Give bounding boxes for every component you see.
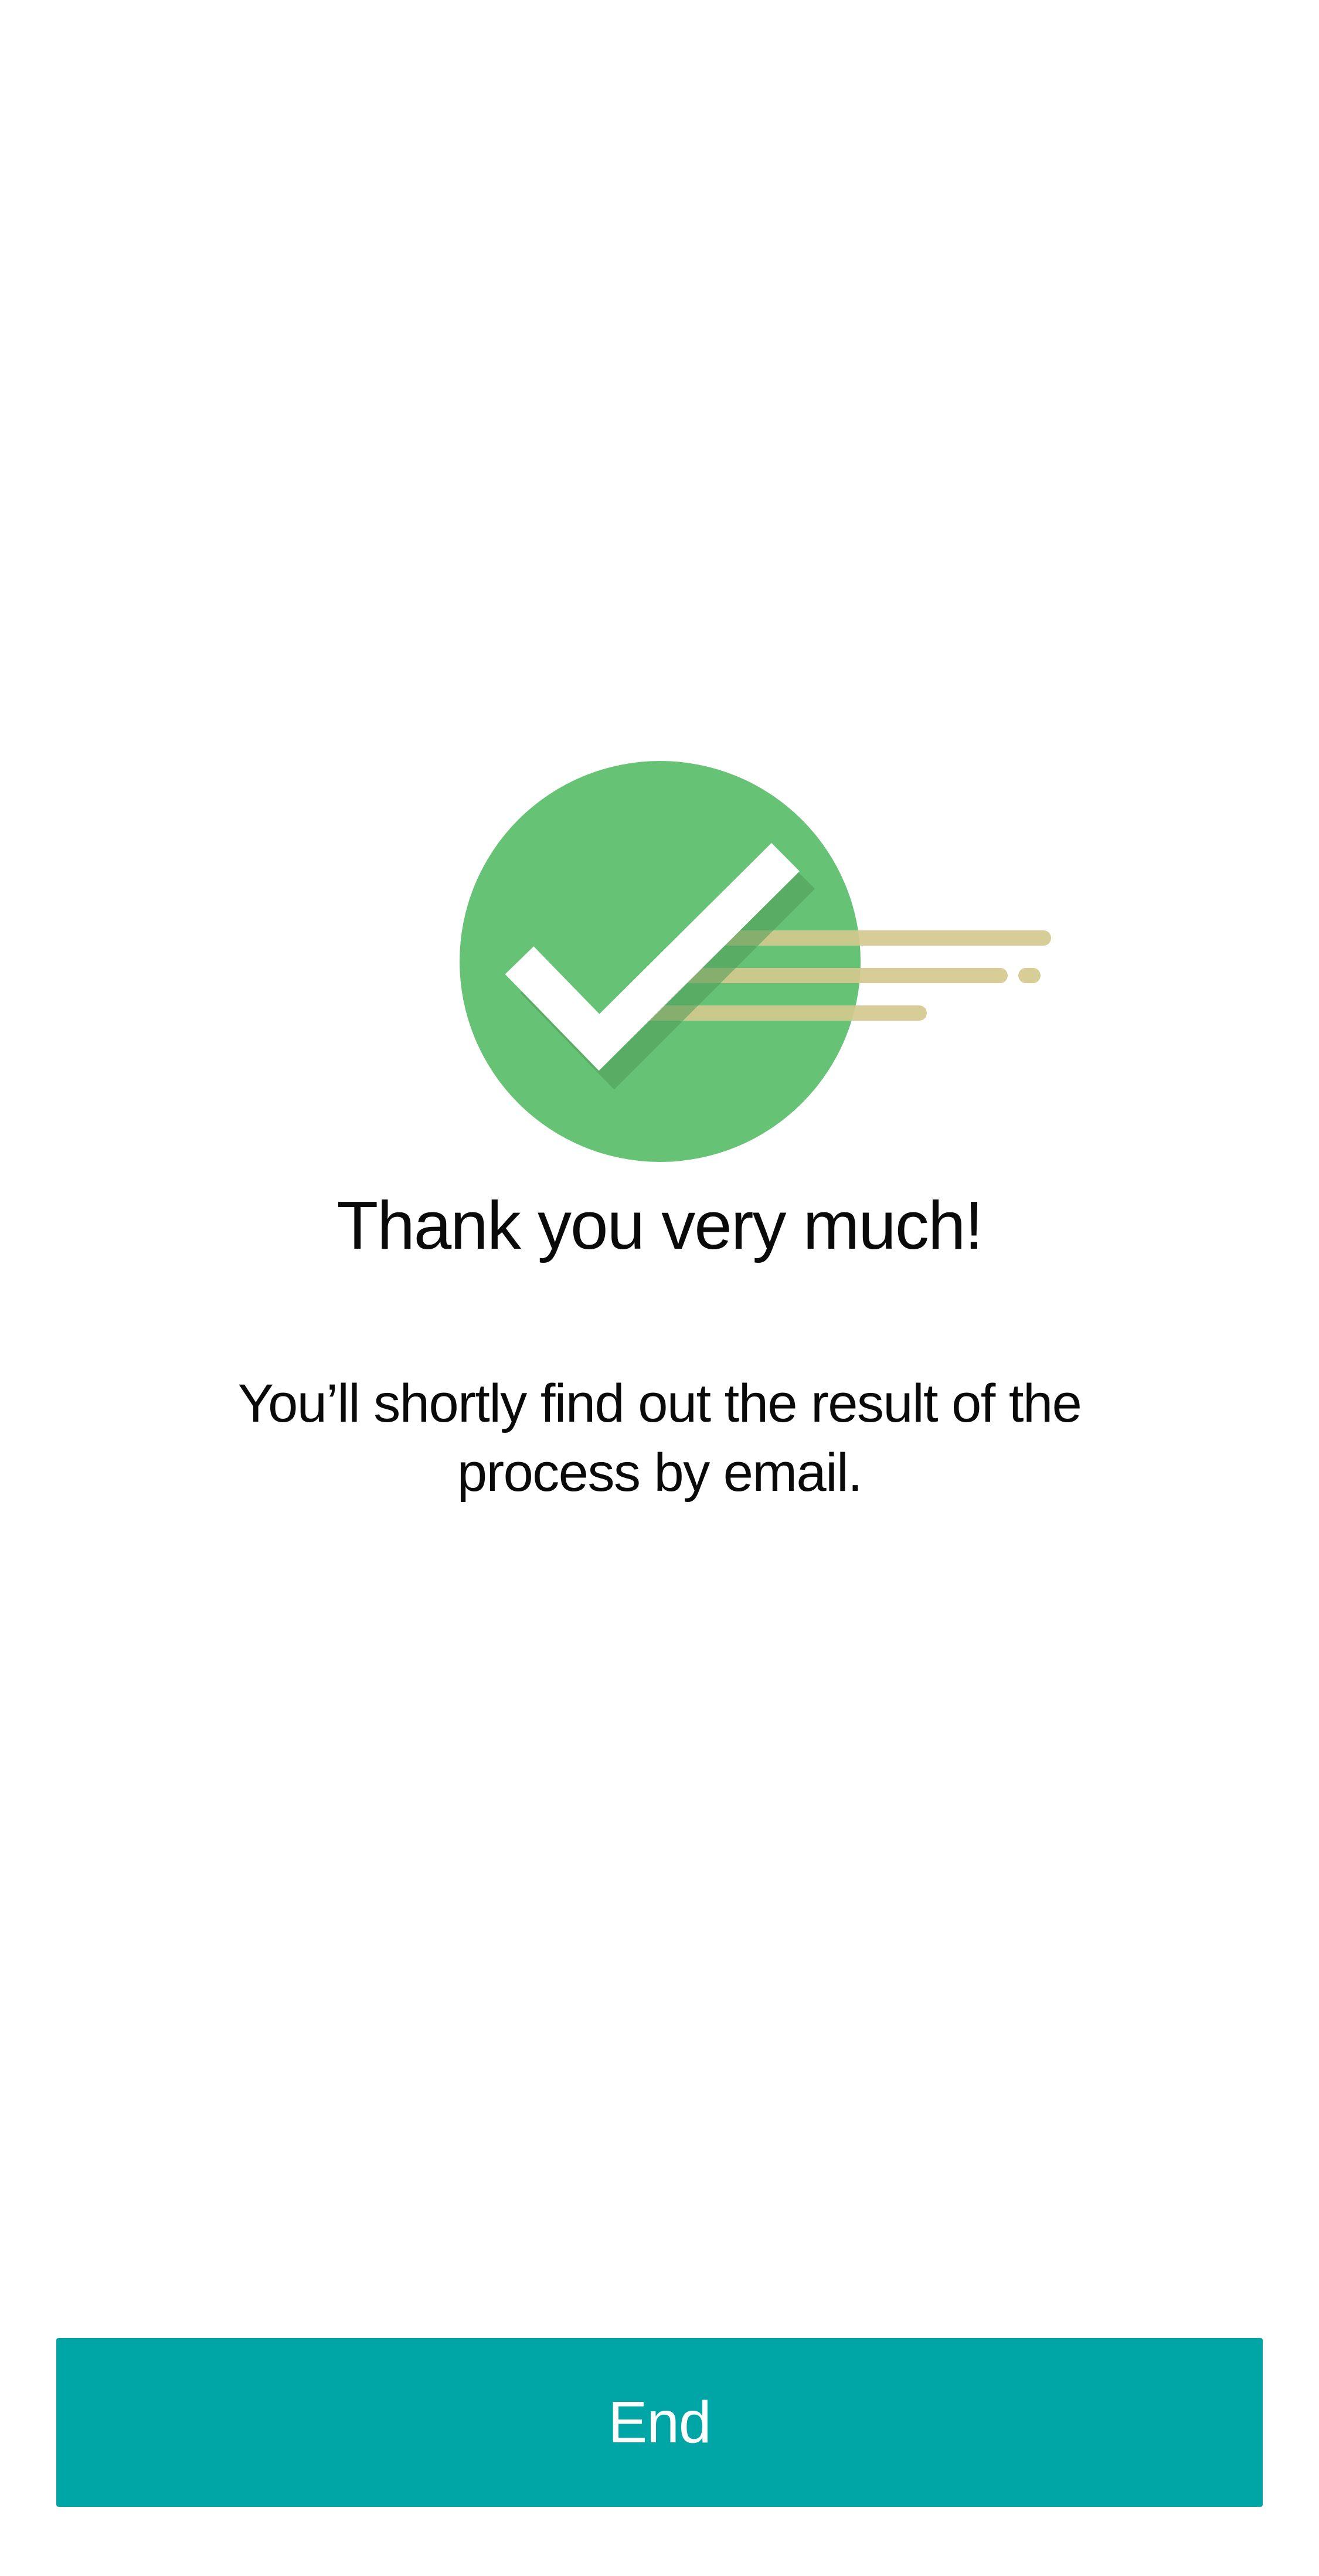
confirmation-message: You’ll shortly find out the result of th…	[237, 1374, 1082, 1503]
end-button[interactable]: End	[56, 2338, 1263, 2507]
success-check-icon	[446, 750, 1055, 1173]
page-title: Thank you very much!	[336, 1187, 983, 1263]
end-button-label: End	[608, 2389, 712, 2455]
